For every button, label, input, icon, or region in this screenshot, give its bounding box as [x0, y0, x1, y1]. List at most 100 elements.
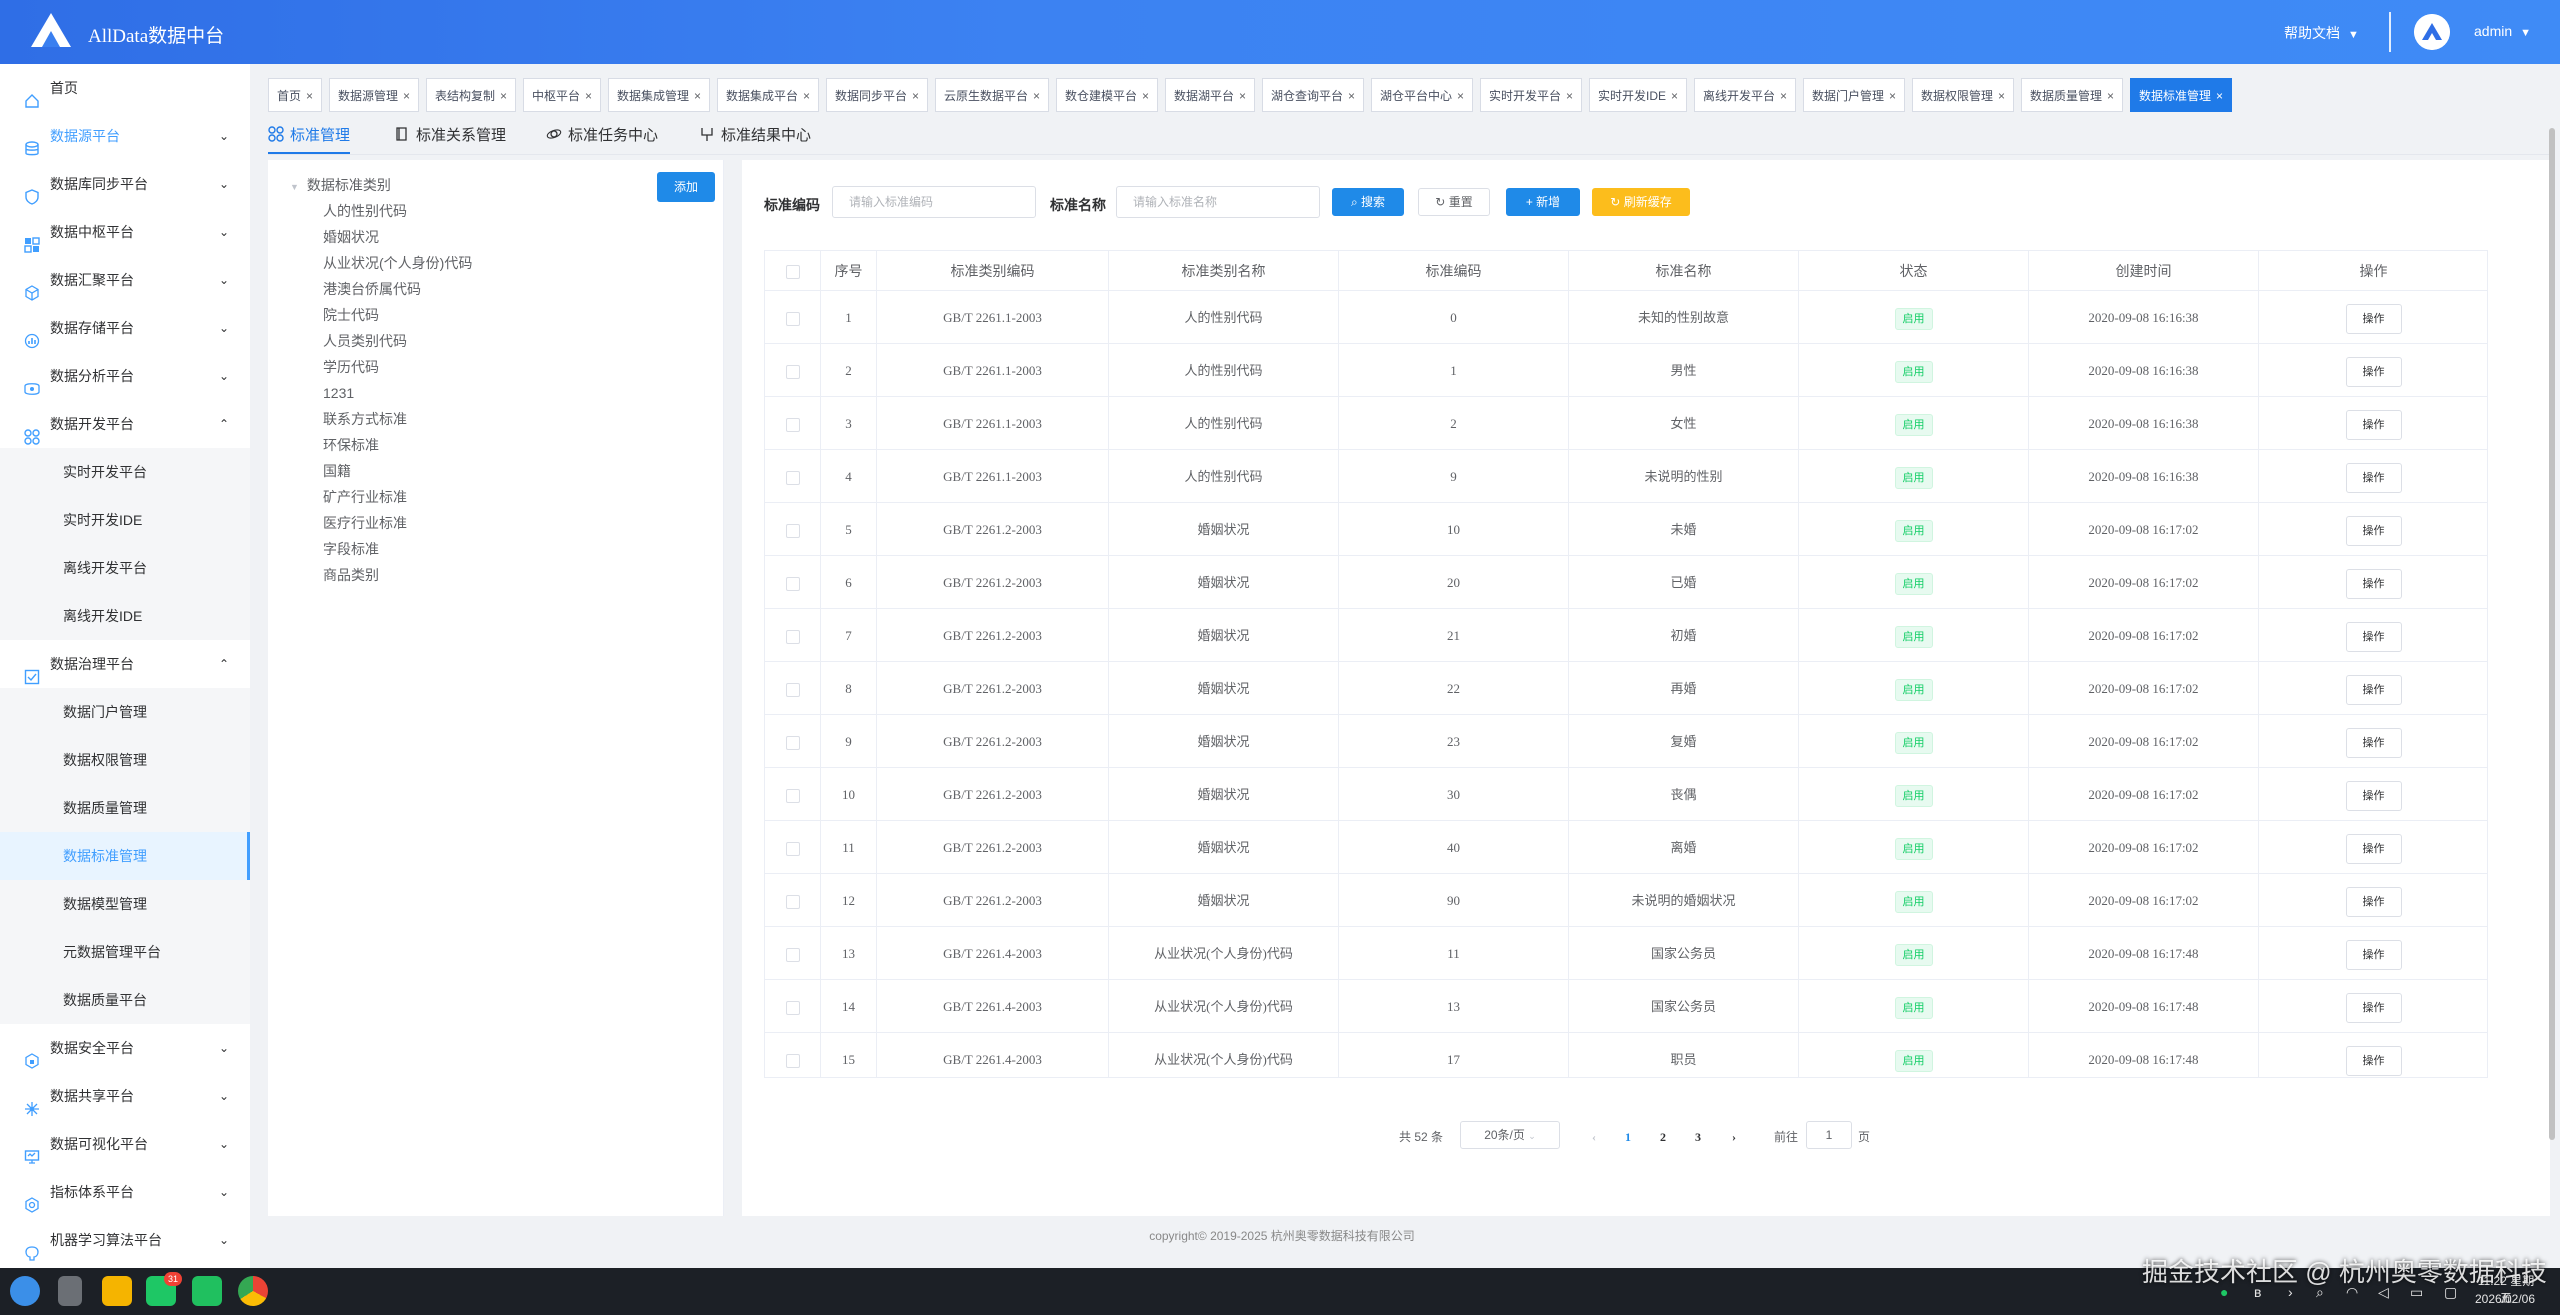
close-icon[interactable]: × [1780, 89, 1787, 103]
row-checkbox-cell[interactable] [765, 291, 821, 344]
sidebar-subitem[interactable]: 离线开发IDE [0, 592, 250, 640]
row-checkbox-cell[interactable] [765, 768, 821, 821]
close-icon[interactable]: × [1239, 89, 1246, 103]
sidebar-item-checklist[interactable]: 数据治理平台 ⌃ [0, 640, 250, 688]
row-action-button[interactable]: 操作 [2345, 940, 2402, 971]
sidebar-item-target[interactable]: 指标体系平台 ⌄ [0, 1168, 250, 1216]
tag-item[interactable]: 数据同步平台 × [826, 78, 929, 112]
row-action-button[interactable]: 操作 [2345, 887, 2402, 918]
tree-node[interactable]: 商品类别 [323, 566, 379, 584]
row-checkbox-cell[interactable] [765, 1033, 821, 1077]
close-icon[interactable]: × [1566, 89, 1573, 103]
alldata-logo-icon[interactable] [28, 10, 74, 50]
tree-node[interactable]: 医疗行业标准 [323, 514, 407, 532]
tree-node[interactable]: 1231 [323, 384, 354, 402]
row-checkbox[interactable] [785, 683, 800, 698]
table-scrollbar[interactable]: ▲ ▼ [2487, 291, 2488, 1078]
sidebar-subitem[interactable]: 数据质量平台 [0, 976, 250, 1024]
sidebar-item-brain[interactable]: 机器学习算法平台 ⌄ [0, 1216, 250, 1264]
next-page-icon[interactable]: › [1720, 1124, 1748, 1150]
name-filter-input[interactable]: 请输入标准名称 [1116, 186, 1320, 218]
select-all-checkbox[interactable] [785, 265, 800, 280]
help-docs-dropdown[interactable]: 帮助文档 ▼ [2284, 23, 2359, 43]
sidebar-item-lock[interactable]: 数据安全平台 ⌄ [0, 1024, 250, 1072]
row-action-button[interactable]: 操作 [2345, 569, 2402, 600]
row-checkbox-cell[interactable] [765, 450, 821, 503]
add-category-button[interactable]: 添加 [657, 172, 715, 202]
tag-item[interactable]: 湖仓平台中心 × [1371, 78, 1474, 112]
row-checkbox[interactable] [785, 471, 800, 486]
row-checkbox[interactable] [785, 1054, 800, 1069]
code-filter-input[interactable]: 请输入标准编码 [832, 186, 1036, 218]
row-checkbox[interactable] [785, 895, 800, 910]
tag-item[interactable]: 数据门户管理 × [1803, 78, 1906, 112]
sidebar-item-cube[interactable]: 数据汇聚平台 ⌄ [0, 256, 250, 304]
tree-node[interactable]: 矿产行业标准 [323, 488, 407, 506]
sidebar-item-share[interactable]: 数据共享平台 ⌄ [0, 1072, 250, 1120]
row-action-button[interactable]: 操作 [2345, 516, 2402, 547]
sidebar-item-analysis[interactable]: 数据分析平台 ⌄ [0, 352, 250, 400]
close-icon[interactable]: × [1033, 89, 1040, 103]
close-icon[interactable]: × [912, 89, 919, 103]
row-checkbox-cell[interactable] [765, 556, 821, 609]
tree-node[interactable]: 国籍 [323, 462, 351, 480]
add-standard-button[interactable]: + 新增 [1506, 188, 1580, 216]
row-checkbox[interactable] [785, 842, 800, 857]
close-icon[interactable]: × [2107, 89, 2114, 103]
tag-item[interactable]: 云原生数据平台 × [935, 78, 1050, 112]
row-checkbox-cell[interactable] [765, 503, 821, 556]
page-number-3[interactable]: 3 [1684, 1124, 1712, 1150]
file-manager-icon[interactable] [102, 1276, 132, 1306]
row-checkbox[interactable] [785, 524, 800, 539]
sidebar-subitem-active[interactable]: 数据标准管理 [0, 832, 250, 880]
tree-node[interactable]: 学历代码 [323, 358, 379, 376]
row-action-button[interactable]: 操作 [2345, 675, 2402, 706]
tag-item[interactable]: 离线开发平台 × [1694, 78, 1797, 112]
sidebar-subitem[interactable]: 数据门户管理 [0, 688, 250, 736]
tree-node[interactable]: 人员类别代码 [323, 332, 407, 350]
sidebar-subitem[interactable]: 实时开发IDE [0, 496, 250, 544]
row-checkbox[interactable] [785, 1001, 800, 1016]
row-checkbox[interactable] [785, 577, 800, 592]
close-icon[interactable]: × [1348, 89, 1355, 103]
row-checkbox[interactable] [785, 418, 800, 433]
close-icon[interactable]: × [306, 89, 313, 103]
row-checkbox-cell[interactable] [765, 662, 821, 715]
user-avatar[interactable] [2414, 14, 2450, 50]
tree-node[interactable]: 从业状况(个人身份)代码 [323, 254, 472, 272]
sidebar-subitem[interactable]: 数据权限管理 [0, 736, 250, 784]
sidebar-item-chart[interactable]: 数据存储平台 ⌄ [0, 304, 250, 352]
row-action-button[interactable]: 操作 [2345, 357, 2402, 388]
row-checkbox-cell[interactable] [765, 821, 821, 874]
row-action-button[interactable]: 操作 [2345, 463, 2402, 494]
tag-item[interactable]: 首页 × [268, 78, 323, 112]
search-button[interactable]: ⌕ 搜索 [1332, 188, 1404, 216]
sidebar-item-monitor[interactable]: 数据可视化平台 ⌄ [0, 1120, 250, 1168]
tree-root-node[interactable]: ▼ 数据标准类别 [290, 176, 391, 196]
tag-item[interactable]: 实时开发IDE × [1589, 78, 1688, 112]
row-checkbox-cell[interactable] [765, 715, 821, 768]
row-checkbox[interactable] [785, 365, 800, 380]
row-action-button[interactable]: 操作 [2345, 622, 2402, 653]
tag-item[interactable]: 湖仓查询平台 × [1262, 78, 1365, 112]
tab-standard-management[interactable]: 标准管理 [268, 124, 350, 154]
tag-active[interactable]: 数据标准管理 × [2130, 78, 2233, 112]
row-action-button[interactable]: 操作 [2345, 781, 2402, 812]
page-size-select[interactable]: 20条/页 ⌄ [1460, 1121, 1560, 1149]
row-checkbox[interactable] [785, 630, 800, 645]
sidebar-item-grid[interactable]: 数据中枢平台 ⌄ [0, 208, 250, 256]
close-icon[interactable]: × [585, 89, 592, 103]
sidebar-item-apps[interactable]: 数据开发平台 ⌃ [0, 400, 250, 448]
sidebar-item-home[interactable]: 首页 [0, 64, 250, 112]
page-number-1[interactable]: 1 [1614, 1124, 1642, 1150]
select-all-cell[interactable] [765, 251, 821, 291]
prev-page-icon[interactable]: ‹ [1580, 1124, 1608, 1150]
row-checkbox-cell[interactable] [765, 344, 821, 397]
close-icon[interactable]: × [1998, 89, 2005, 103]
tab-standard-relations[interactable]: 标准关系管理 [394, 124, 506, 154]
tag-item[interactable]: 数据集成平台 × [717, 78, 820, 112]
wechat-icon[interactable] [192, 1276, 222, 1306]
sidebar-item-database[interactable]: 数据源平台 ⌄ [0, 112, 250, 160]
tree-node[interactable]: 婚姻状况 [323, 228, 379, 246]
sidebar-subitem[interactable]: 数据模型管理 [0, 880, 250, 928]
